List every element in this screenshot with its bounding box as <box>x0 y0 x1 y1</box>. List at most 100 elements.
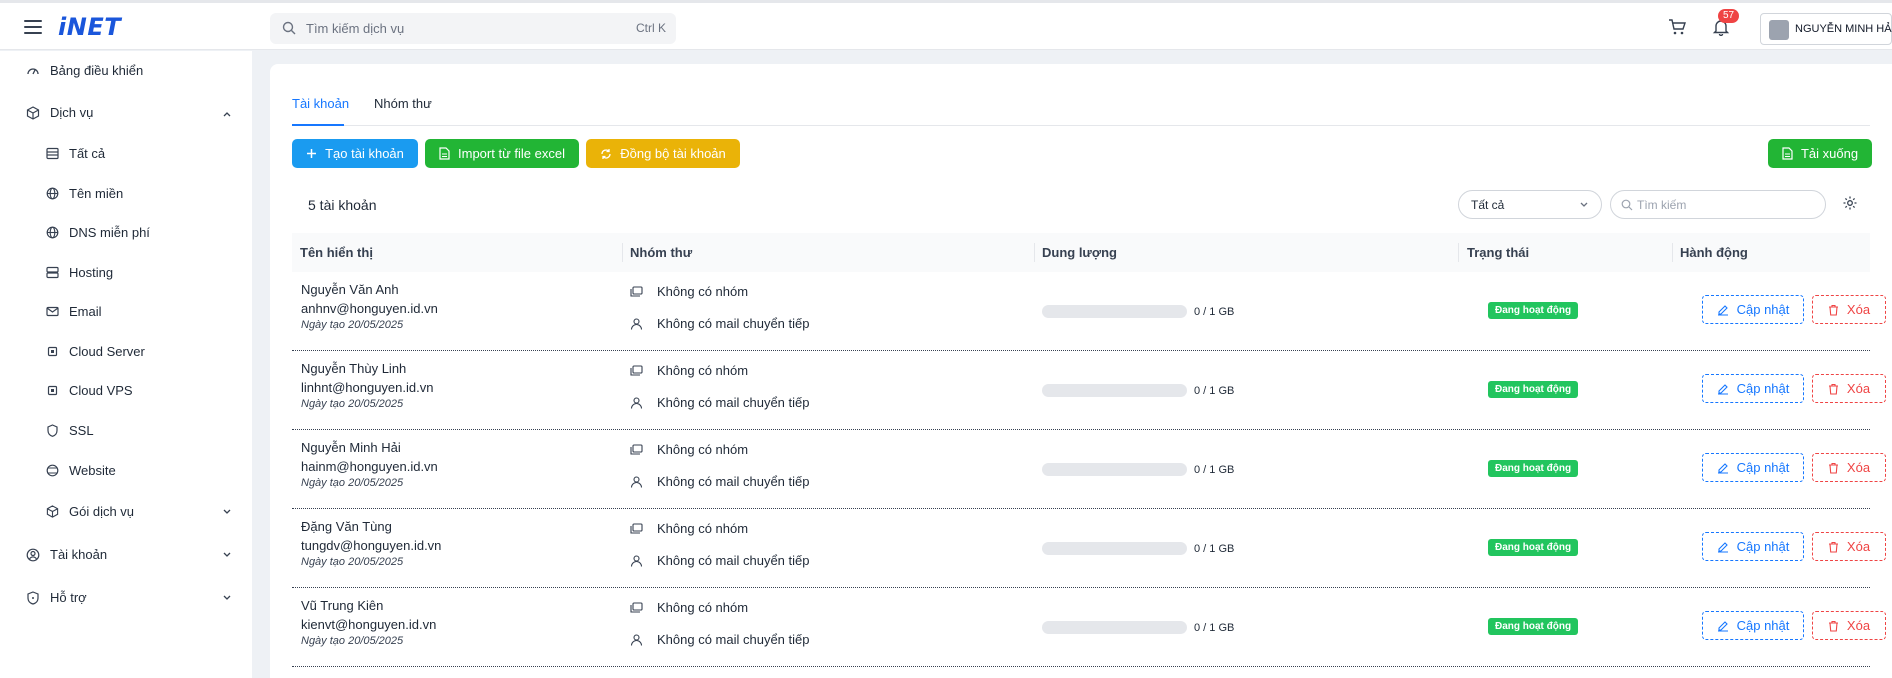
plus-icon <box>307 149 317 158</box>
gear-icon[interactable] <box>1842 195 1858 211</box>
status-badge: Đang hoạt động <box>1488 381 1579 398</box>
update-button[interactable]: Cập nhật <box>1702 453 1804 482</box>
folders-icon <box>630 522 643 534</box>
sidebar-item-hosting[interactable]: Hosting <box>46 265 113 280</box>
delete-label: Xóa <box>1846 618 1871 633</box>
edit-icon <box>1717 541 1728 553</box>
sidebar-item-service-packages[interactable]: Gói dịch vụ <box>46 504 134 519</box>
account-name: Nguyễn Văn Anh <box>301 282 399 297</box>
search-icon <box>1621 199 1633 211</box>
sidebar-item-cloud-server[interactable]: Cloud Server <box>46 344 145 359</box>
globe-icon <box>46 226 59 239</box>
box-icon <box>26 105 40 120</box>
sidebar: Bảng điều khiển Dịch vụ Tất cả Tên miền … <box>0 51 252 678</box>
forward-value: Không có mail chuyển tiếp <box>657 474 810 489</box>
update-button[interactable]: Cập nhật <box>1702 374 1804 403</box>
delete-button[interactable]: Xóa <box>1812 532 1886 561</box>
delete-button[interactable]: Xóa <box>1812 611 1886 640</box>
sync-accounts-button[interactable]: Đồng bộ tài khoản <box>586 139 740 168</box>
sidebar-item-domain[interactable]: Tên miền <box>46 186 123 201</box>
table-row: Đặng Văn Tùng tungdv@honguyen.id.vn Ngày t… <box>292 509 1886 588</box>
logo[interactable]: iNET <box>58 13 121 41</box>
table-search-input[interactable]: Tìm kiếm <box>1610 190 1826 219</box>
chevron-down-icon[interactable] <box>222 593 232 603</box>
forward-cell: Không có mail chuyển tiếp <box>630 395 809 410</box>
sidebar-item-label: Cloud Server <box>69 344 145 359</box>
cpu-icon <box>47 385 58 396</box>
mail-group-value: Không có nhóm <box>657 521 749 536</box>
user-icon <box>630 317 643 330</box>
global-search-input[interactable]: Tìm kiếm dịch vụ Ctrl K <box>270 13 676 44</box>
sidebar-item-all[interactable]: Tất cả <box>46 146 105 161</box>
sidebar-item-cloud-vps[interactable]: Cloud VPS <box>46 383 133 398</box>
tab-mail-groups[interactable]: Nhóm thư <box>374 96 432 111</box>
folders-icon <box>630 364 643 376</box>
user-menu[interactable]: NGUYỄN MINH HẢI <box>1760 13 1892 45</box>
update-button[interactable]: Cập nhật <box>1702 295 1804 324</box>
sidebar-item-label: Bảng điều khiển <box>50 63 144 78</box>
sidebar-item-label: SSL <box>69 423 94 438</box>
sidebar-item-label: Website <box>69 463 116 478</box>
storage-progress-bar <box>1042 305 1187 318</box>
sidebar-item-label: Tài khoản <box>50 547 108 562</box>
sidebar-item-support[interactable]: Hỗ trợ <box>26 590 87 605</box>
trash-icon <box>1828 541 1838 553</box>
chevron-up-icon[interactable] <box>222 109 232 119</box>
trash-icon <box>1828 462 1838 474</box>
sidebar-item-account[interactable]: Tài khoản <box>26 547 107 562</box>
cart-icon[interactable] <box>1668 18 1686 36</box>
table-row: Nguyễn Thùy Linh linhnt@honguyen.id.vn Ngà… <box>292 351 1886 430</box>
chevron-down-icon[interactable] <box>222 550 232 560</box>
update-button[interactable]: Cập nhật <box>1702 532 1804 561</box>
cpu-icon <box>47 346 58 357</box>
sidebar-item-website[interactable]: Website <box>46 463 116 478</box>
created-date: Ngày tạo 20/05/2025 <box>301 635 404 647</box>
column-divider <box>622 243 623 262</box>
storage-quota: 0 / 1 GB <box>1194 385 1235 397</box>
tab-accounts[interactable]: Tài khoản <box>292 96 349 111</box>
sidebar-item-ssl[interactable]: SSL <box>46 423 94 438</box>
file-icon <box>439 147 450 160</box>
chevron-down-icon[interactable] <box>222 507 232 517</box>
storage-quota: 0 / 1 GB <box>1194 622 1235 634</box>
created-date: Ngày tạo 20/05/2025 <box>301 319 404 331</box>
status-filter-select[interactable]: Tất cả <box>1458 190 1602 219</box>
mail-group-cell: Không có nhóm <box>630 442 748 457</box>
column-mail-group: Nhóm thư <box>630 245 693 260</box>
status-badge: Đang hoạt động <box>1488 618 1579 635</box>
menu-icon[interactable] <box>24 20 42 34</box>
box-icon <box>46 505 59 518</box>
folders-icon <box>630 285 643 297</box>
delete-button[interactable]: Xóa <box>1812 295 1886 324</box>
user-circle-icon <box>26 548 40 561</box>
status-badge: Đang hoạt động <box>1488 460 1579 477</box>
update-button[interactable]: Cập nhật <box>1702 611 1804 640</box>
created-date: Ngày tạo 20/05/2025 <box>301 398 404 410</box>
create-account-button[interactable]: Tạo tài khoản <box>292 139 418 168</box>
mail-group-cell: Không có nhóm <box>630 521 748 536</box>
update-label: Cập nhật <box>1736 539 1790 554</box>
account-name: Vũ Trung Kiên <box>301 598 384 613</box>
main-panel: Tài khoản Nhóm thư Tạo tài khoản Import … <box>270 64 1892 678</box>
notification-badge: 57 <box>1718 9 1740 23</box>
sidebar-item-dns[interactable]: DNS miễn phí <box>46 225 150 240</box>
sidebar-item-dashboard[interactable]: Bảng điều khiển <box>26 63 143 78</box>
import-excel-button[interactable]: Import từ file excel <box>425 139 579 168</box>
trash-icon <box>1828 383 1838 395</box>
sidebar-item-services[interactable]: Dịch vụ <box>26 105 93 120</box>
download-button[interactable]: Tải xuống <box>1768 139 1872 168</box>
sidebar-item-label: Email <box>69 304 102 319</box>
shield-icon <box>47 424 58 437</box>
edit-icon <box>1717 304 1728 316</box>
sidebar-item-label: Tất cả <box>69 146 106 161</box>
delete-button[interactable]: Xóa <box>1812 374 1886 403</box>
account-email: linhnt@honguyen.id.vn <box>301 380 434 395</box>
sidebar-item-email[interactable]: Email <box>46 304 102 319</box>
delete-button[interactable]: Xóa <box>1812 453 1886 482</box>
sidebar-item-label: Hosting <box>69 265 114 280</box>
forward-value: Không có mail chuyển tiếp <box>657 395 810 410</box>
mail-group-value: Không có nhóm <box>657 363 749 378</box>
sidebar-item-label: Cloud VPS <box>69 383 133 398</box>
table-search-placeholder: Tìm kiếm <box>1637 198 1687 212</box>
trash-icon <box>1828 304 1838 316</box>
